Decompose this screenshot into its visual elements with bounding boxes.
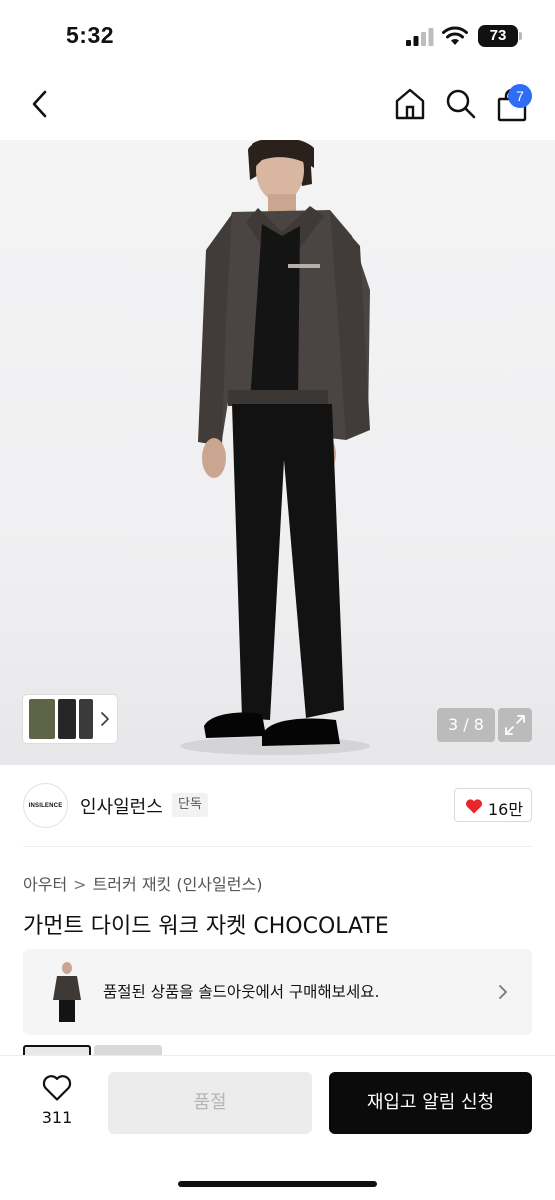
breadcrumb: 아우터 > 트러커 재킷 (인사일런스) [23,871,262,895]
exclusive-badge: 단독 [172,793,208,817]
breadcrumb-parent[interactable]: 아우터 [23,875,67,894]
back-arrow-icon[interactable] [26,86,56,122]
home-icon[interactable] [393,86,427,122]
banner-product-thumbnail [53,962,81,1022]
heart-outline-icon[interactable] [42,1074,72,1102]
chevron-right-icon[interactable] [99,709,111,729]
gallery-thumbnail[interactable] [58,699,76,739]
battery-indicator: 73 [478,25,518,47]
gallery-thumbnail[interactable] [79,699,93,739]
like-button[interactable]: 16만 [454,788,532,822]
breadcrumb-child[interactable]: 트러커 재킷 (인사일런스) [93,875,263,894]
brand-logo[interactable]: INSILENCE [23,783,68,828]
product-model-image [180,140,370,755]
brand-name[interactable]: 인사일런스 [80,793,163,819]
wifi-icon [442,26,468,45]
soldout-market-banner[interactable]: 품절된 상품을 솔드아웃에서 구매해보세요. [23,949,532,1035]
soldout-banner-message: 품절된 상품을 솔드아웃에서 구매해보세요. [103,983,380,1001]
heart-filled-icon [465,799,483,814]
gallery-page-counter: 3 / 8 [437,708,495,742]
product-image-gallery[interactable]: 3 / 8 [0,140,555,765]
home-indicator [178,1181,377,1187]
product-title: 가먼트 다이드 워크 자켓 CHOCOLATE [23,914,389,939]
like-count: 16만 [488,800,524,819]
gallery-thumbnail[interactable] [29,699,55,739]
gallery-thumbnail-strip[interactable] [23,695,117,743]
expand-icon[interactable] [498,708,532,742]
restock-alert-button[interactable]: 재입고 알림 신청 [329,1072,532,1134]
status-bar: 5:32 73 [0,0,555,70]
brand-logo-text: INSILENCE [28,802,63,809]
battery-cap [519,32,522,40]
section-divider [23,846,532,847]
breadcrumb-separator: > [73,875,87,894]
search-icon[interactable] [444,87,476,121]
cellular-signal-icon [406,28,434,46]
wish-count: 311 [41,1108,73,1127]
chevron-right-icon [499,985,507,999]
soldout-button: 품절 [108,1072,312,1134]
status-time: 5:32 [66,22,115,48]
cart-count-badge: 7 [508,84,532,108]
